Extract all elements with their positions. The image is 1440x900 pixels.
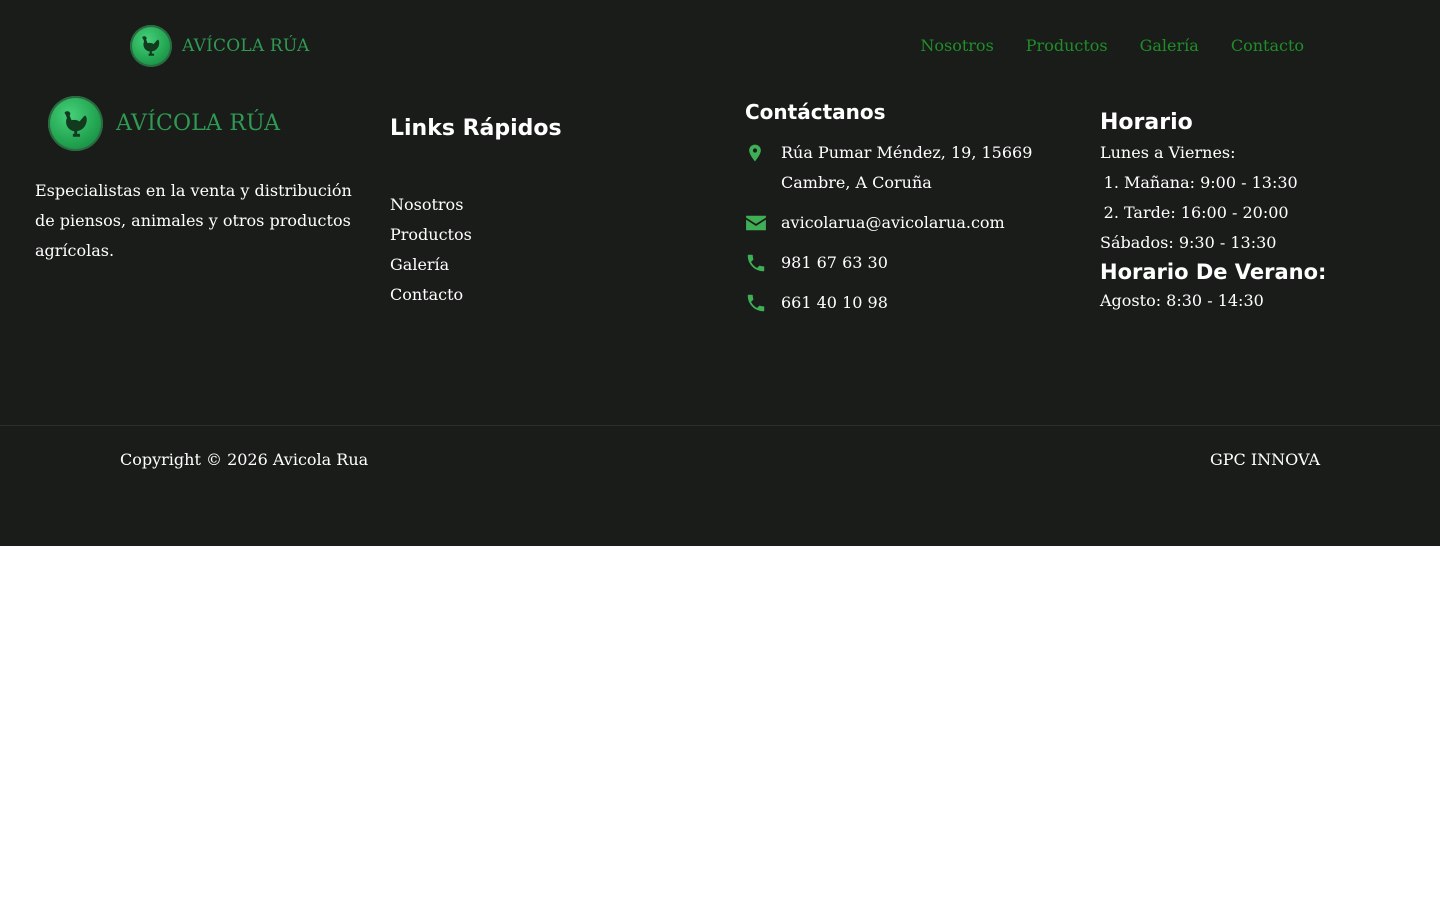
envelope-icon bbox=[745, 208, 781, 238]
nav-item-galeria[interactable]: Galería bbox=[1140, 36, 1199, 56]
nav-item-contacto[interactable]: Contacto bbox=[1231, 36, 1304, 56]
weekdays-label: Lunes a Viernes: bbox=[1100, 143, 1236, 162]
phone-1-text[interactable]: 981 67 63 30 bbox=[781, 248, 888, 278]
about-text: Especialistas en la venta y distribución… bbox=[35, 181, 352, 260]
footer-link-productos[interactable]: Productos bbox=[390, 225, 472, 244]
saturday-hours: Sábados: 9:30 - 13:30 bbox=[1100, 233, 1277, 252]
phone-2-text[interactable]: 661 40 10 98 bbox=[781, 288, 888, 318]
contact-phone-1[interactable]: 981 67 63 30 bbox=[745, 248, 1085, 278]
weekday-slots: Mañana: 9:00 - 13:30 Tarde: 16:00 - 20:0… bbox=[1100, 168, 1400, 228]
summer-hours: Agosto: 8:30 - 14:30 bbox=[1100, 291, 1264, 310]
footer-link-galeria[interactable]: Galería bbox=[390, 255, 449, 274]
email-text[interactable]: avicolarua@avicolarua.com bbox=[781, 208, 1005, 238]
map-marker-icon bbox=[745, 138, 781, 168]
nav-item-nosotros[interactable]: Nosotros bbox=[920, 36, 993, 56]
footer-logo[interactable]: AVÍCOLA RÚA bbox=[48, 96, 280, 151]
hours-block: Lunes a Viernes: Mañana: 9:00 - 13:30 Ta… bbox=[1100, 138, 1400, 316]
contact-heading: Contáctanos bbox=[745, 100, 886, 124]
hen-icon bbox=[130, 25, 172, 67]
main-nav: Nosotros Productos Galería Contacto bbox=[920, 36, 1304, 56]
developer-credit[interactable]: GPC INNOVA bbox=[1210, 446, 1320, 474]
hen-icon bbox=[48, 96, 103, 151]
phone-icon bbox=[745, 288, 781, 318]
phone-icon bbox=[745, 248, 781, 278]
summer-heading: Horario De Verano: bbox=[1100, 260, 1327, 284]
contact-phone-2[interactable]: 661 40 10 98 bbox=[745, 288, 1085, 318]
hours-heading: Horario bbox=[1100, 110, 1193, 135]
contact-address: Rúa Pumar Méndez, 19, 15669 Cambre, A Co… bbox=[745, 138, 1085, 198]
slot-afternoon: Tarde: 16:00 - 20:00 bbox=[1124, 198, 1400, 228]
copyright-text: Copyright © 2026 Avicola Rua bbox=[120, 450, 369, 469]
slot-morning: Mañana: 9:00 - 13:30 bbox=[1124, 168, 1400, 198]
brand-name: AVÍCOLA RÚA bbox=[182, 36, 310, 56]
footer-brand-name: AVÍCOLA RÚA bbox=[116, 111, 281, 136]
contact-list: Rúa Pumar Méndez, 19, 15669 Cambre, A Co… bbox=[745, 138, 1085, 328]
header-logo[interactable]: AVÍCOLA RÚA bbox=[130, 25, 309, 67]
address-text: Rúa Pumar Méndez, 19, 15669 Cambre, A Co… bbox=[781, 143, 1033, 192]
footer-link-nosotros[interactable]: Nosotros bbox=[390, 195, 463, 214]
footer-divider bbox=[0, 425, 1440, 426]
links-heading: Links Rápidos bbox=[390, 116, 562, 141]
nav-item-productos[interactable]: Productos bbox=[1026, 36, 1108, 56]
quick-links-list: Nosotros Productos Galería Contacto bbox=[390, 190, 472, 310]
site-footer-area: AVÍCOLA RÚA Nosotros Productos Galería C… bbox=[0, 0, 1440, 546]
footer-link-contacto[interactable]: Contacto bbox=[390, 285, 463, 304]
contact-email[interactable]: avicolarua@avicolarua.com bbox=[745, 208, 1085, 238]
